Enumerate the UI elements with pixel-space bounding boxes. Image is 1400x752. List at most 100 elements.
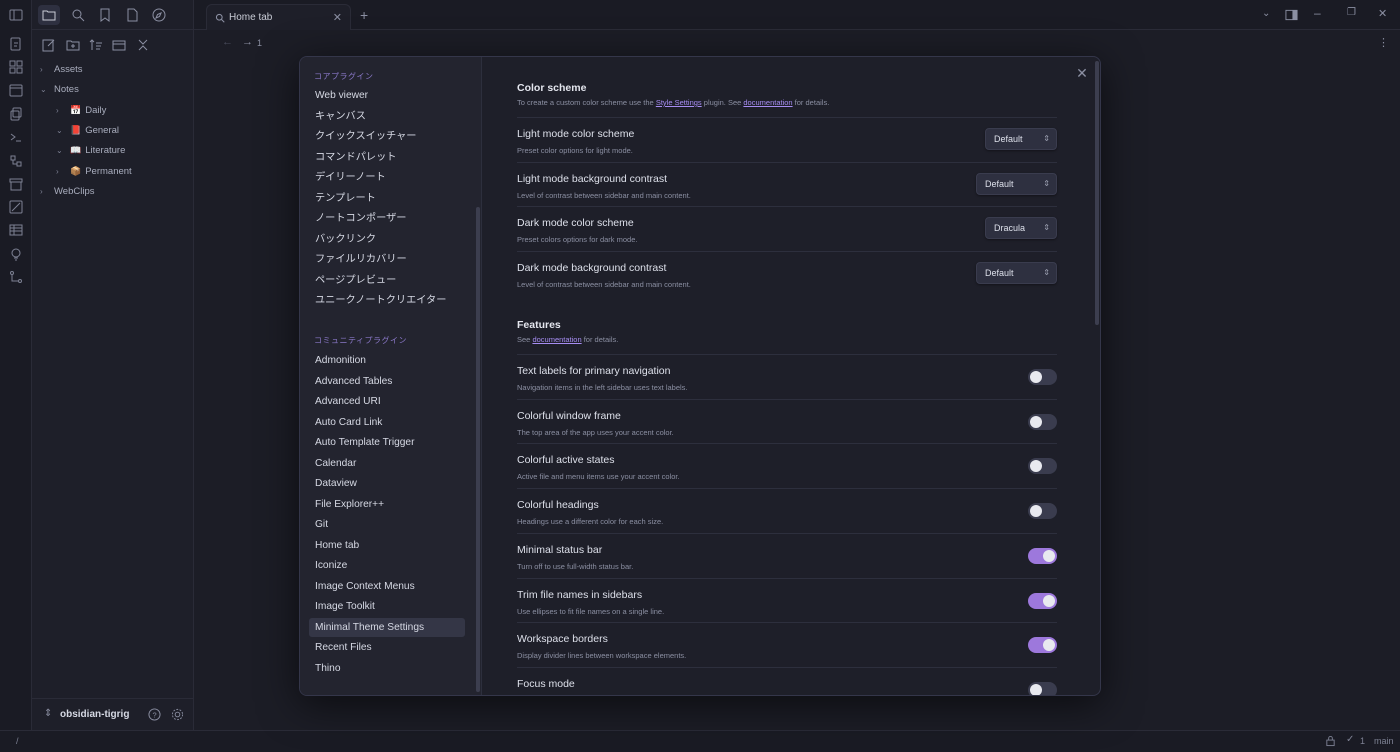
settings-nav-item[interactable]: テンプレート [309,189,465,208]
lock-icon[interactable] [1325,735,1336,747]
canvas-icon[interactable] [9,60,23,74]
scheme-dropdown[interactable]: Default ⇕ [976,262,1057,285]
toggle-switch[interactable] [1028,637,1057,654]
settings-nav-item[interactable]: Thino [309,659,465,678]
toggle-switch[interactable] [1028,592,1057,609]
open-quick-switcher-icon[interactable] [9,37,23,51]
settings-nav-item[interactable]: コマンドパレット [309,148,465,167]
settings-sidebar-scrollbar[interactable] [476,207,480,692]
new-folder-icon[interactable] [66,38,80,52]
help-icon[interactable]: ? [148,708,161,721]
sort-icon[interactable] [89,38,103,52]
chevron-icon[interactable]: › [56,106,66,115]
vault-switcher-chevron-icon[interactable]: ⇕ [44,708,52,719]
close-icon[interactable]: ✕ [1074,65,1090,81]
settings-nav-item[interactable]: File Explorer++ [309,495,465,514]
settings-nav-item[interactable]: Git [309,515,465,534]
new-note-icon[interactable] [42,38,56,52]
style-settings-link[interactable]: Style Settings [656,98,702,107]
tree-item[interactable]: › WebClips [40,186,94,197]
new-tab-icon[interactable]: + [360,7,368,23]
toggle-switch[interactable] [1028,369,1057,385]
template-icon[interactable] [9,154,23,168]
settings-nav-item[interactable]: バックリンク [309,230,465,249]
settings-nav-item[interactable]: Minimal Theme Settings [309,617,465,637]
settings-nav-item[interactable]: Recent Files [309,638,465,657]
toggle-switch[interactable] [1028,547,1057,564]
search-icon[interactable] [71,8,85,22]
settings-nav-item[interactable]: Dataview [309,474,465,493]
tree-item[interactable]: › 📅 Daily [56,105,106,116]
settings-nav-item[interactable]: ファイルリカバリー [309,250,465,269]
settings-nav-item[interactable]: Iconize [309,556,465,575]
tree-item[interactable]: ⌄ 📖 Literature [56,145,125,156]
archive-icon[interactable] [9,177,23,191]
sidebar-right-icon[interactable] [1285,9,1298,21]
toggle-switch[interactable] [1028,503,1057,520]
setting-name: Dark mode background contrast [517,262,667,275]
table-icon[interactable] [9,223,23,237]
settings-nav-item[interactable]: キャンバス [309,107,465,126]
settings-nav-item[interactable]: デイリーノート [309,168,465,187]
sidebar-toggle-icon[interactable] [9,8,23,22]
compass-icon[interactable] [152,8,166,22]
settings-nav-item[interactable]: Home tab [309,536,465,555]
maximize-icon[interactable]: ❐ [1347,7,1356,18]
settings-nav-item[interactable]: Image Toolkit [309,597,465,616]
tab-list-chevron-icon[interactable]: ⌄ [1262,8,1270,19]
chevron-icon[interactable]: › [56,167,66,176]
terminal-icon[interactable] [9,130,23,144]
file-icon[interactable] [125,8,139,22]
settings-nav-item[interactable]: Auto Card Link [309,413,465,432]
settings-nav-item[interactable]: Advanced Tables [309,372,465,391]
toggle-switch[interactable] [1028,413,1057,430]
tab-home[interactable]: Home tab ✕ [206,4,351,30]
settings-nav-item[interactable]: Web viewer [309,86,465,105]
bookmark-icon[interactable] [98,8,112,22]
toggle-switch[interactable] [1028,681,1057,695]
chevron-icon[interactable]: › [40,65,50,74]
settings-content-scrollbar[interactable] [1095,61,1099,325]
more-options-icon[interactable]: ⋮ [1378,36,1389,49]
scheme-dropdown[interactable]: Default ⇕ [985,128,1057,150]
tree-item[interactable]: › 📦 Permanent [56,166,132,177]
back-arrow-icon[interactable]: ← [222,36,233,48]
documentation-link[interactable]: documentation [532,335,581,344]
settings-nav-item[interactable]: ページプレビュー [309,271,465,290]
forward-arrow-icon[interactable]: → [242,36,253,48]
lightbulb-icon[interactable] [9,247,23,261]
toggle-switch[interactable] [1028,458,1057,475]
collapse-all-icon[interactable] [136,38,150,52]
chevron-icon[interactable]: ⌄ [56,126,66,135]
settings-nav-item[interactable]: ユニークノートクリエイター [309,291,465,310]
tree-item[interactable]: › Assets [40,64,83,75]
tree-item[interactable]: ⌄ 📕 General [56,125,119,136]
git-icon[interactable] [9,270,23,284]
calendar-icon[interactable] [9,83,23,97]
graph-icon[interactable] [9,200,23,214]
scheme-dropdown[interactable]: Default ⇕ [976,172,1057,195]
settings-nav-item[interactable]: Admonition [309,351,465,370]
chevron-icon[interactable]: › [40,187,50,196]
settings-nav-item[interactable]: Image Context Menus [309,577,465,596]
settings-nav-item[interactable]: ノートコンポーザー [309,209,465,228]
scheme-dropdown[interactable]: Dracula ⇕ [985,217,1057,240]
settings-gear-icon[interactable] [171,708,184,721]
settings-nav-item[interactable]: クイックスイッチャー [309,127,465,146]
setting-description: Navigation items in the left sidebar use… [517,383,688,392]
window-close-icon[interactable]: ✕ [1378,7,1387,20]
tree-item[interactable]: ⌄ Notes [40,84,79,95]
auto-reveal-icon[interactable] [112,38,126,52]
settings-nav-item[interactable]: Advanced URI [309,392,465,411]
documentation-link[interactable]: documentation [743,98,792,107]
status-branch[interactable]: main [1374,736,1394,746]
vault-name[interactable]: obsidian-tigrig [60,709,129,720]
chevron-icon[interactable]: ⌄ [56,146,66,155]
settings-nav-item[interactable]: Auto Template Trigger [309,433,465,452]
copy-icon[interactable] [9,107,23,121]
chevron-icon[interactable]: ⌄ [40,85,50,94]
tab-close-icon[interactable]: ✕ [333,11,342,24]
settings-nav-item[interactable]: Calendar [309,454,465,473]
files-tab-icon[interactable] [38,5,60,25]
minimize-icon[interactable]: – [1314,6,1321,20]
